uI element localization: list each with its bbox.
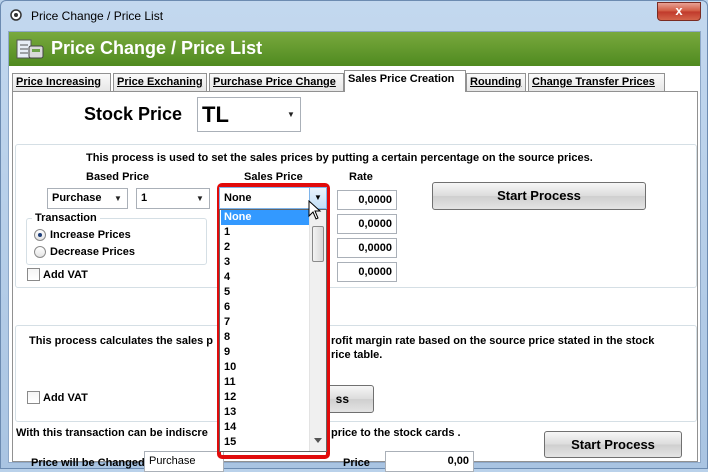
tab-label: Purchase Price Change [213, 76, 336, 88]
dropdown-option[interactable]: 11 [221, 375, 309, 390]
tab-price-increasing[interactable]: Price Increasing [12, 73, 111, 91]
price-label: Price [343, 457, 370, 469]
window-title: Price Change / Price List [31, 9, 164, 23]
dropdown-option[interactable]: 13 [221, 405, 309, 420]
based-price-label: Based Price [86, 171, 149, 183]
rate-field-2[interactable]: 0,0000 [337, 214, 397, 234]
tab-strip: Price Increasing Price Exchaning Purchas… [12, 70, 700, 92]
section3-description-cont: price to the stock cards . [331, 427, 461, 439]
rate-label: Rate [349, 171, 373, 183]
start-process-button[interactable]: Start Process [432, 182, 646, 210]
title-bar: Price Change / Price List x [1, 1, 707, 31]
sales-price-value: None [224, 192, 252, 204]
tab-price-exchaning[interactable]: Price Exchaning [113, 73, 207, 91]
dropdown-option[interactable]: 14 [221, 420, 309, 435]
add-vat-checkbox-2[interactable] [27, 391, 40, 404]
dropdown-option[interactable]: 8 [221, 330, 309, 345]
close-button[interactable]: x [657, 2, 701, 21]
tab-purchase-price-change[interactable]: Purchase Price Change [209, 73, 344, 91]
tab-label: Price Increasing [16, 76, 101, 88]
rate-field-3[interactable]: 0,0000 [337, 238, 397, 258]
chevron-down-icon: ▼ [196, 194, 204, 203]
sales-price-dropdown-list: None 1 2 3 4 5 6 7 8 9 10 11 12 13 14 15 [219, 209, 327, 452]
dropdown-option[interactable]: 1 [221, 225, 309, 240]
banner-title: Price Change / Price List [51, 38, 263, 58]
tab-label: Rounding [470, 76, 522, 88]
dropdown-option[interactable]: 3 [221, 255, 309, 270]
dropdown-option[interactable]: None [221, 210, 309, 225]
transaction-label: Transaction [32, 212, 100, 224]
rate-field-4[interactable]: 0,0000 [337, 262, 397, 282]
app-icon [10, 9, 22, 21]
section2-description: This process calculates the sales p [29, 335, 214, 347]
dropdown-option[interactable]: 12 [221, 390, 309, 405]
client-area: Price Change / Price List Price Increasi… [8, 31, 701, 472]
section3-description: With this transaction can be indiscre [16, 427, 208, 439]
dropdown-option[interactable]: 9 [221, 345, 309, 360]
section2-description-cont2: rice table. [331, 349, 383, 361]
increase-prices-radio[interactable] [34, 229, 46, 241]
tab-change-transfer-prices[interactable]: Change Transfer Prices [528, 73, 665, 91]
app-window: Price Change / Price List x Price Change… [0, 0, 708, 472]
based-price-type-select[interactable]: Purchase ▼ [47, 188, 128, 209]
decrease-prices-radio[interactable] [34, 246, 46, 258]
dropdown-option[interactable]: 10 [221, 360, 309, 375]
based-price-no-select[interactable]: 1 ▼ [136, 188, 210, 209]
tab-label: Change Transfer Prices [532, 76, 655, 88]
section2-description-cont: rofit margin rate based on the source pr… [331, 335, 655, 347]
currency-select[interactable]: TL ▼ [197, 97, 301, 132]
profit-start-process-button[interactable]: ss [324, 385, 374, 413]
sales-price-creation-panel: Stock Price TL ▼ This process is used to… [12, 91, 698, 472]
dropdown-option[interactable]: 15 [221, 435, 309, 450]
price-list-icon [16, 39, 44, 59]
dropdown-option[interactable]: 5 [221, 285, 309, 300]
chevron-down-icon: ▼ [114, 194, 122, 203]
add-vat-label: Add VAT [43, 269, 88, 281]
dropdown-option[interactable]: 2 [221, 240, 309, 255]
tab-sales-price-creation[interactable]: Sales Price Creation [344, 70, 466, 92]
tab-label: Price Exchaning [117, 76, 203, 88]
dropdown-option[interactable]: 7 [221, 315, 309, 330]
transfer-start-process-button[interactable]: Start Process [544, 431, 682, 458]
section1-description: This process is used to set the sales pr… [86, 152, 593, 164]
scroll-down-icon[interactable] [314, 438, 322, 444]
rate-field-1[interactable]: 0,0000 [337, 190, 397, 210]
based-price-no-value: 1 [141, 192, 148, 204]
price-type-value: Purchase [149, 455, 196, 467]
tab-rounding[interactable]: Rounding [466, 73, 526, 91]
based-price-type-value: Purchase [52, 192, 102, 204]
increase-prices-label: Increase Prices [50, 229, 131, 241]
chevron-down-icon: ▼ [287, 110, 295, 119]
add-vat-checkbox[interactable] [27, 268, 40, 281]
add-vat-label-2: Add VAT [43, 392, 88, 404]
sales-price-label: Sales Price [244, 171, 303, 183]
stock-price-label: Stock Price [84, 104, 183, 124]
currency-value: TL [202, 102, 229, 127]
mouse-cursor-icon [308, 200, 322, 220]
scrollbar-thumb[interactable] [312, 226, 324, 262]
dropdown-option[interactable]: 4 [221, 270, 309, 285]
price-changed-label: Price will be Changed [31, 457, 145, 469]
dropdown-option[interactable]: 6 [221, 300, 309, 315]
header-banner: Price Change / Price List [9, 32, 700, 66]
tab-label: Sales Price Creation [348, 73, 455, 85]
dropdown-scrollbar[interactable] [309, 210, 326, 451]
decrease-prices-label: Decrease Prices [50, 246, 136, 258]
